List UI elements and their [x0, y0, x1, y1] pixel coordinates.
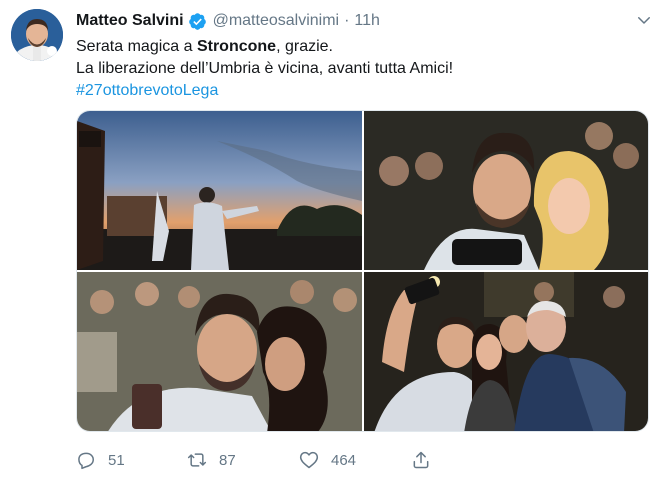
hashtag-link[interactable]: #27ottobrevotoLega — [76, 82, 218, 99]
tweet-actions: 51 87 464 — [76, 450, 496, 474]
retweet-button[interactable]: 87 — [187, 450, 236, 470]
tweet-text-line-1: Serata magica a Stroncone, grazie. — [76, 36, 649, 58]
photo-selfie-dark-hair-woman[interactable] — [77, 272, 362, 431]
text-segment: , grazie. — [276, 38, 333, 55]
retweet-count: 87 — [219, 451, 236, 469]
tweet-card[interactable]: Matteo Salvini @matteosalvinimi · 11h Se… — [0, 0, 665, 477]
share-button[interactable] — [411, 450, 443, 470]
chevron-down-icon[interactable] — [635, 11, 653, 29]
photo-group-selfie[interactable] — [364, 272, 648, 431]
share-icon — [413, 451, 429, 469]
avatar[interactable] — [11, 9, 63, 61]
text-segment: Serata magica a — [76, 38, 197, 55]
author-handle[interactable]: @matteosalvinimi — [213, 12, 340, 30]
like-count: 464 — [331, 451, 357, 469]
like-button[interactable]: 464 — [299, 450, 356, 470]
retweet-icon — [187, 453, 207, 467]
tweet-text: Serata magica a Stroncone, grazie. La li… — [76, 36, 649, 102]
reply-button[interactable]: 51 — [76, 450, 125, 470]
author-name[interactable]: Matteo Salvini — [76, 12, 184, 30]
timestamp[interactable]: 11h — [354, 12, 380, 30]
heart-icon — [299, 451, 319, 469]
tweet-header: Matteo Salvini @matteosalvinimi · 11h — [76, 10, 655, 32]
photo-selfie-blonde-woman[interactable] — [364, 111, 648, 270]
separator-dot: · — [344, 12, 350, 29]
avatar-image — [11, 9, 63, 61]
tweet-text-line-2: La liberazione dell’Umbria è vicina, ava… — [76, 60, 454, 77]
verified-badge-icon — [188, 12, 207, 31]
reply-icon — [78, 452, 94, 470]
photo-gallery — [76, 110, 649, 432]
reply-count: 51 — [108, 451, 125, 469]
photo-stage-sunset[interactable] — [77, 111, 362, 270]
text-bold-place: Stroncone — [196, 38, 277, 55]
